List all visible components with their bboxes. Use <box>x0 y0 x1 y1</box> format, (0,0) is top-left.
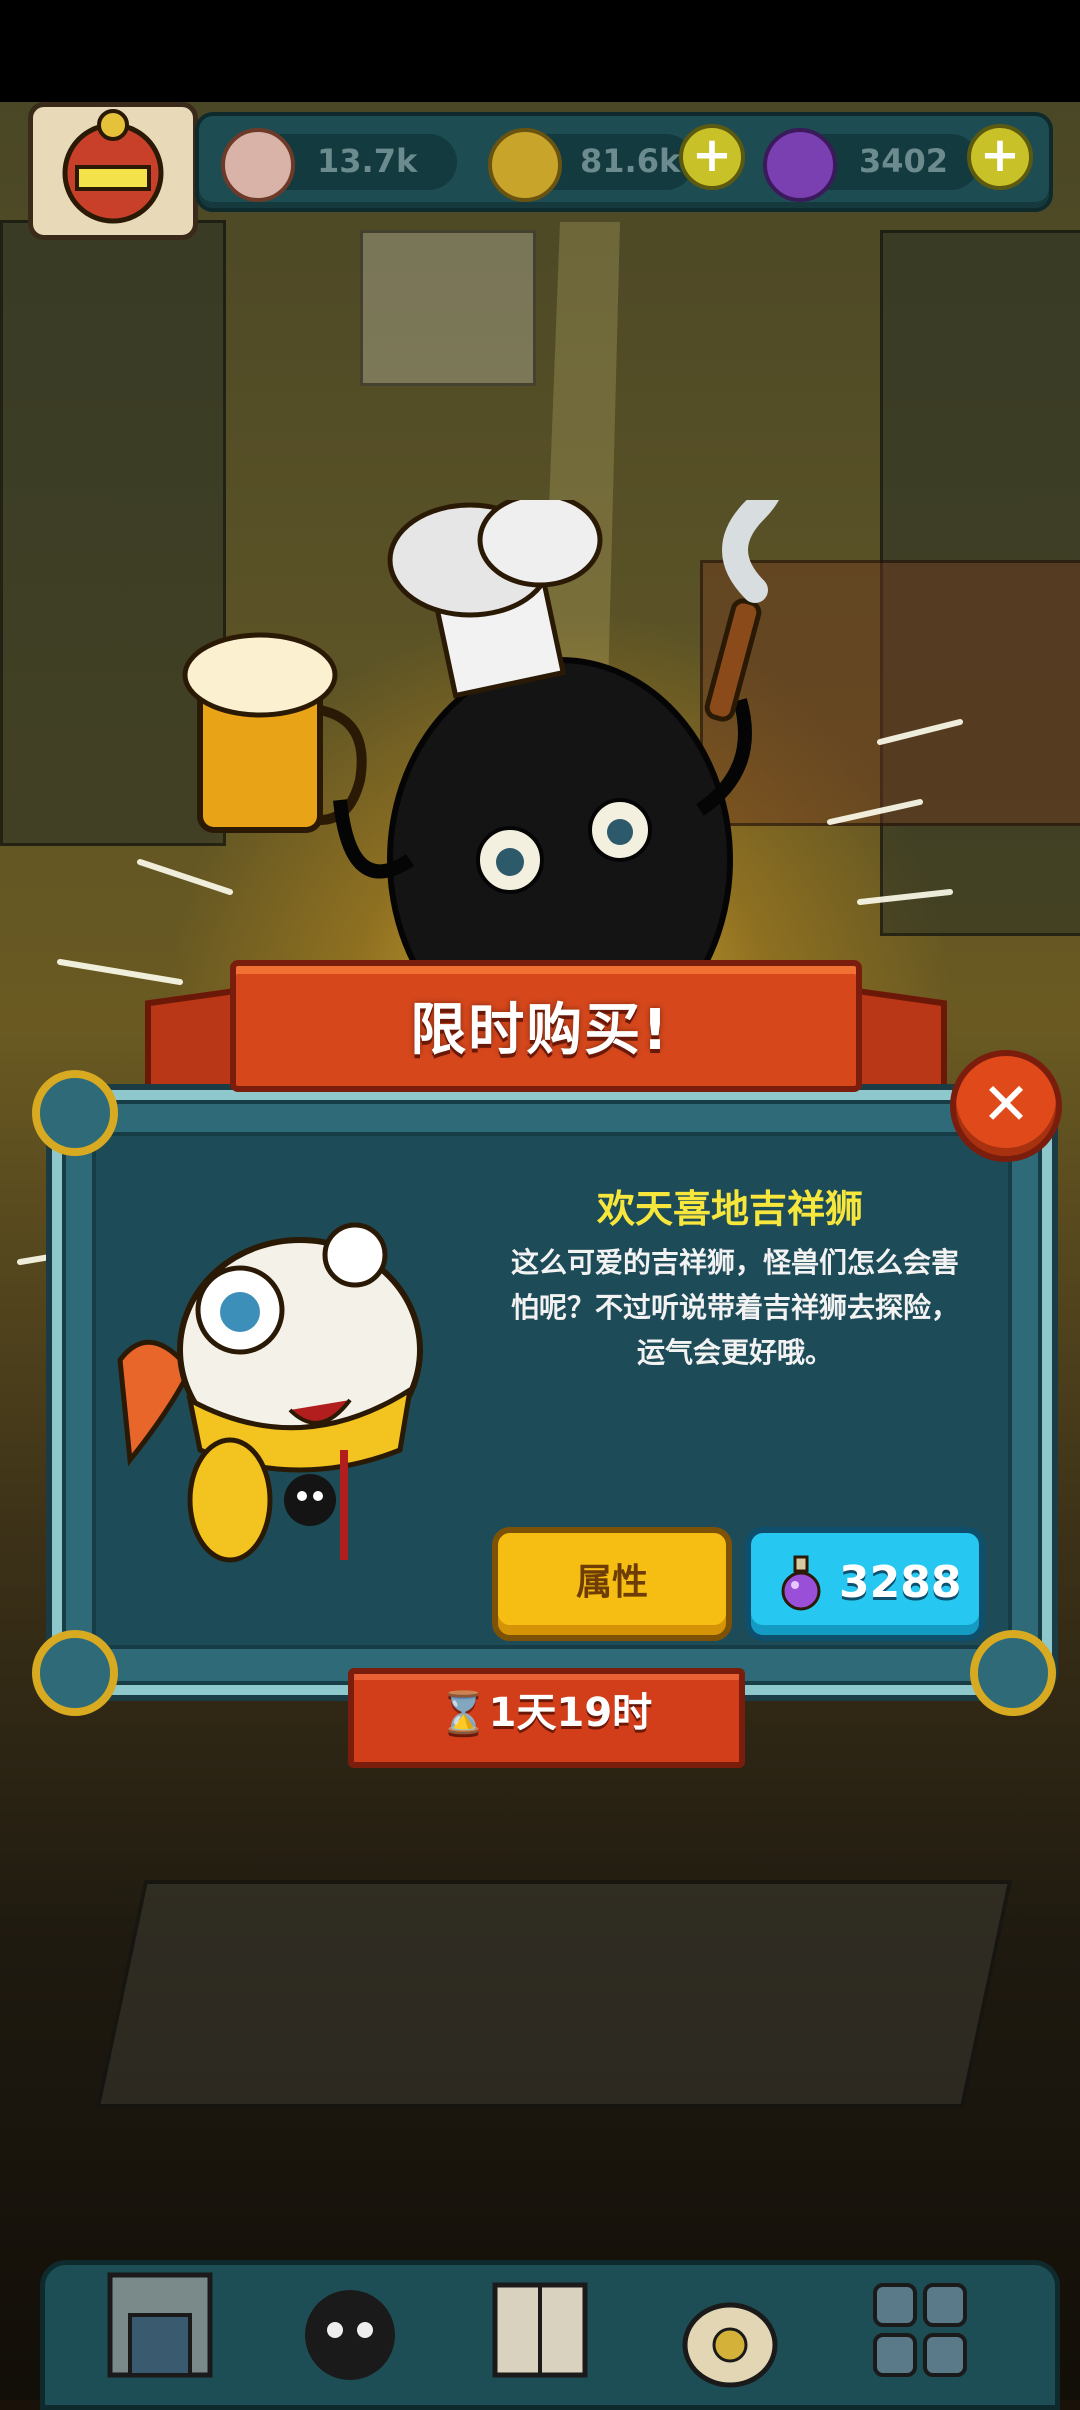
description-line: 怕呢？不过听说带着吉祥狮去探险， <box>510 1291 959 1324</box>
eyeball-counter: 13.7k <box>221 128 457 202</box>
price-value: 3288 <box>839 1557 962 1608</box>
status-bar <box>0 0 1080 102</box>
top-hud: 13.7k 81.6k + 3402 + <box>0 102 1080 240</box>
nav-restaurant-icon[interactable] <box>100 2255 220 2395</box>
resource-bar: 13.7k 81.6k + 3402 + <box>195 112 1053 212</box>
add-potions-button[interactable]: + <box>967 124 1033 190</box>
lion-dance-mascot-illustration <box>117 1222 423 1563</box>
nav-recipe-book-icon[interactable] <box>480 2255 600 2395</box>
dialog-corner-ornament <box>970 1630 1056 1716</box>
buy-button[interactable]: 3288 <box>745 1527 985 1641</box>
restaurant-badge-icon <box>62 109 164 224</box>
nav-monsters-icon[interactable] <box>290 2255 410 2395</box>
countdown-timer: ⌛1天19时 <box>348 1680 743 1738</box>
attributes-button[interactable]: 属性 <box>492 1527 732 1641</box>
chef-monster-illustration <box>182 500 779 1020</box>
close-icon: ✕ <box>981 1070 1031 1138</box>
dialog-corner-ornament <box>32 1070 118 1156</box>
nav-bag-icon[interactable] <box>670 2255 790 2395</box>
banner-title: 限时购买! <box>410 998 670 1063</box>
coin-icon <box>488 128 562 202</box>
close-button[interactable]: ✕ <box>950 1050 1062 1162</box>
description-line: 这么可爱的吉祥狮，怪兽们怎么会害 <box>510 1246 959 1279</box>
timer-value: 1天19时 <box>488 1690 653 1736</box>
kitchen-counter <box>95 1880 1013 2108</box>
potion-icon <box>781 1555 821 1611</box>
coin-counter: 81.6k <box>488 128 694 202</box>
coin-value: 81.6k <box>580 142 681 180</box>
item-description: 这么可爱的吉祥狮，怪兽们怎么会害 怕呢？不过听说带着吉祥狮去探险， 运气会更好哦… <box>490 1240 980 1375</box>
dialog-corner-ornament <box>32 1630 118 1716</box>
potion-counter: 3402 <box>763 128 979 202</box>
description-line: 运气会更好哦。 <box>636 1336 833 1369</box>
potion-value: 3402 <box>859 142 949 180</box>
eyeball-icon <box>221 128 295 202</box>
player-avatar[interactable] <box>28 102 198 240</box>
add-coins-button[interactable]: + <box>679 124 745 190</box>
eyeball-value: 13.7k <box>317 142 418 180</box>
potion-icon <box>763 128 837 202</box>
nav-grid-icon[interactable] <box>860 2255 980 2395</box>
item-name: 欢天喜地吉祥狮 <box>596 1187 863 1231</box>
hourglass-icon: ⌛ <box>438 1690 489 1736</box>
